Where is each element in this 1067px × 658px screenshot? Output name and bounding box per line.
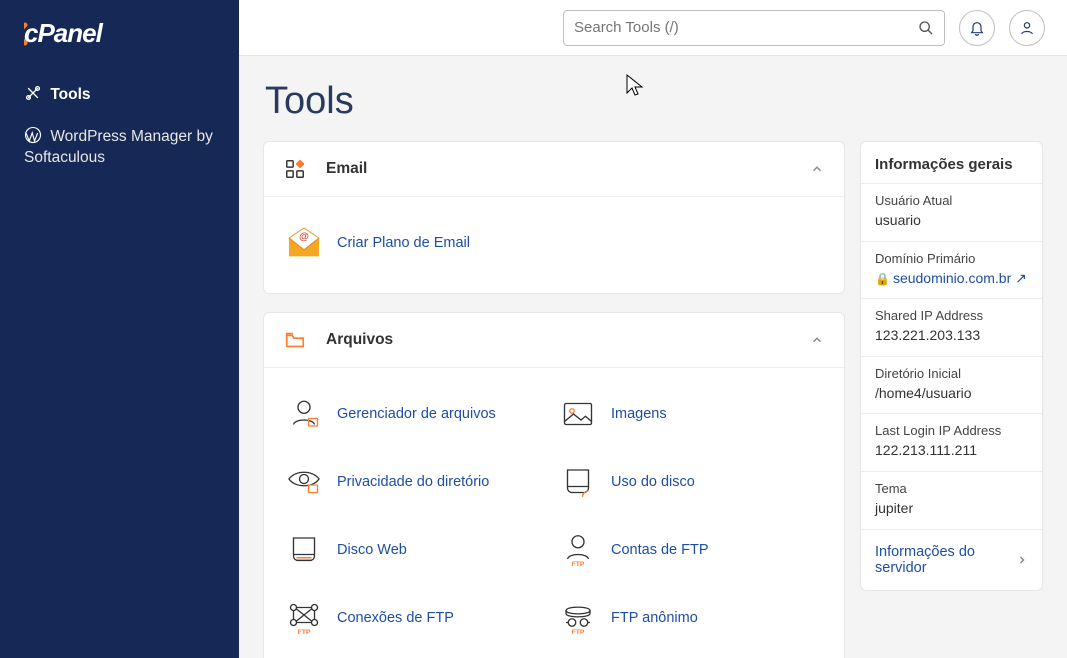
info-label: Last Login IP Address (875, 423, 1028, 438)
tool-ftp-connections[interactable]: FTP Conexões de FTP (284, 584, 550, 652)
tool-label: Criar Plano de Email (337, 235, 470, 251)
tool-label: Disco Web (337, 542, 407, 558)
info-row-shared-ip: Shared IP Address 123.221.203.133 (861, 298, 1042, 356)
info-row-theme: Tema jupiter (861, 471, 1042, 529)
info-value: /home4/usuario (875, 384, 1028, 404)
panel-title: Arquivos (326, 331, 393, 349)
svg-text:FTP: FTP (572, 629, 585, 636)
primary-domain-link[interactable]: seudominio.com.br ↗ (893, 270, 1027, 286)
general-info-panel: Informações gerais Usuário Atual usuario… (860, 141, 1043, 591)
external-link-icon: ↗ (1015, 270, 1027, 286)
search-input[interactable] (574, 19, 918, 36)
user-icon (1019, 20, 1035, 36)
info-panel-title: Informações gerais (861, 142, 1042, 183)
tool-label: Uso do disco (611, 474, 695, 490)
tool-directory-privacy[interactable]: Privacidade do diretório (284, 448, 550, 516)
sidebar-item-label: WordPress Manager by Softaculous (24, 128, 213, 166)
ftp-accounts-icon: FTP (558, 530, 598, 570)
chevron-right-icon (1016, 554, 1028, 566)
tool-label: Gerenciador de arquivos (337, 406, 496, 422)
panel-title: Email (326, 160, 367, 178)
page-title: Tools (239, 56, 1067, 141)
search-box[interactable] (563, 10, 945, 46)
notifications-button[interactable] (959, 10, 995, 46)
tool-file-manager[interactable]: Gerenciador de arquivos (284, 380, 550, 448)
wordpress-icon (24, 126, 46, 144)
logo: cPanel (0, 0, 239, 74)
info-label: Domínio Primário (875, 251, 1028, 266)
tool-label: Conexões de FTP (337, 610, 454, 626)
server-info-link[interactable]: Informações do servidor (861, 529, 1042, 590)
main: Tools Email (239, 56, 1067, 658)
tool-backup-wizard[interactable]: Assistente de backup (558, 652, 824, 658)
envelope-icon: @ (284, 223, 324, 263)
tools-icon (24, 84, 46, 102)
tool-label: Contas de FTP (611, 542, 709, 558)
tool-backup[interactable]: Backup (284, 652, 550, 658)
info-value: 123.221.203.133 (875, 326, 1028, 346)
info-row-last-login: Last Login IP Address 122.213.111.211 (861, 413, 1042, 471)
bell-icon (969, 20, 985, 36)
tool-disk-usage[interactable]: Uso do disco (558, 448, 824, 516)
info-row-primary-domain: Domínio Primário 🔒seudominio.com.br ↗ (861, 241, 1042, 299)
info-row-home-directory: Diretório Inicial /home4/usuario (861, 356, 1042, 414)
panel-header-files[interactable]: Arquivos (264, 313, 844, 368)
panel-files: Arquivos Gerenciador de arquivos Imagens (263, 312, 845, 658)
search-icon (918, 20, 934, 36)
sidebar-item-tools[interactable]: Tools (0, 74, 239, 116)
tool-label: Imagens (611, 406, 667, 422)
ftp-connections-icon: FTP (284, 598, 324, 638)
info-label: Usuário Atual (875, 193, 1028, 208)
email-section-icon (284, 158, 312, 180)
sidebar: cPanel Tools WordPress Manager by Softac… (0, 0, 239, 658)
tool-ftp-accounts[interactable]: FTP Contas de FTP (558, 516, 824, 584)
panel-header-email[interactable]: Email (264, 142, 844, 197)
user-menu-button[interactable] (1009, 10, 1045, 46)
file-manager-icon (284, 394, 324, 434)
info-label: Tema (875, 481, 1028, 496)
chevron-up-icon (810, 333, 824, 347)
chevron-up-icon (810, 162, 824, 176)
tool-create-email-plan[interactable]: @ Criar Plano de Email (284, 209, 824, 277)
tool-label: FTP anônimo (611, 610, 698, 626)
panel-email: Email @ (263, 141, 845, 294)
info-value: 122.213.111.211 (875, 441, 1028, 461)
sidebar-item-wordpress-manager[interactable]: WordPress Manager by Softaculous (0, 116, 239, 179)
info-value: usuario (875, 211, 1028, 231)
tool-anonymous-ftp[interactable]: FTP FTP anônimo (558, 584, 824, 652)
topbar (239, 0, 1067, 56)
directory-privacy-icon (284, 462, 324, 502)
tool-label: Privacidade do diretório (337, 474, 489, 490)
tool-images[interactable]: Imagens (558, 380, 824, 448)
svg-text:cPanel: cPanel (24, 20, 104, 48)
info-row-current-user: Usuário Atual usuario (861, 183, 1042, 241)
tool-web-disk[interactable]: Disco Web (284, 516, 550, 584)
lock-icon: 🔒 (875, 272, 890, 286)
info-label: Diretório Inicial (875, 366, 1028, 381)
sidebar-item-label: Tools (50, 86, 90, 103)
info-value: jupiter (875, 499, 1028, 519)
svg-text:FTP: FTP (298, 629, 311, 636)
svg-text:@: @ (299, 232, 309, 243)
images-icon (558, 394, 598, 434)
web-disk-icon (284, 530, 324, 570)
svg-text:FTP: FTP (572, 561, 585, 568)
link-label: Informações do servidor (875, 544, 1016, 576)
disk-usage-icon (558, 462, 598, 502)
info-label: Shared IP Address (875, 308, 1028, 323)
anonymous-ftp-icon: FTP (558, 598, 598, 638)
folder-section-icon (284, 329, 312, 351)
